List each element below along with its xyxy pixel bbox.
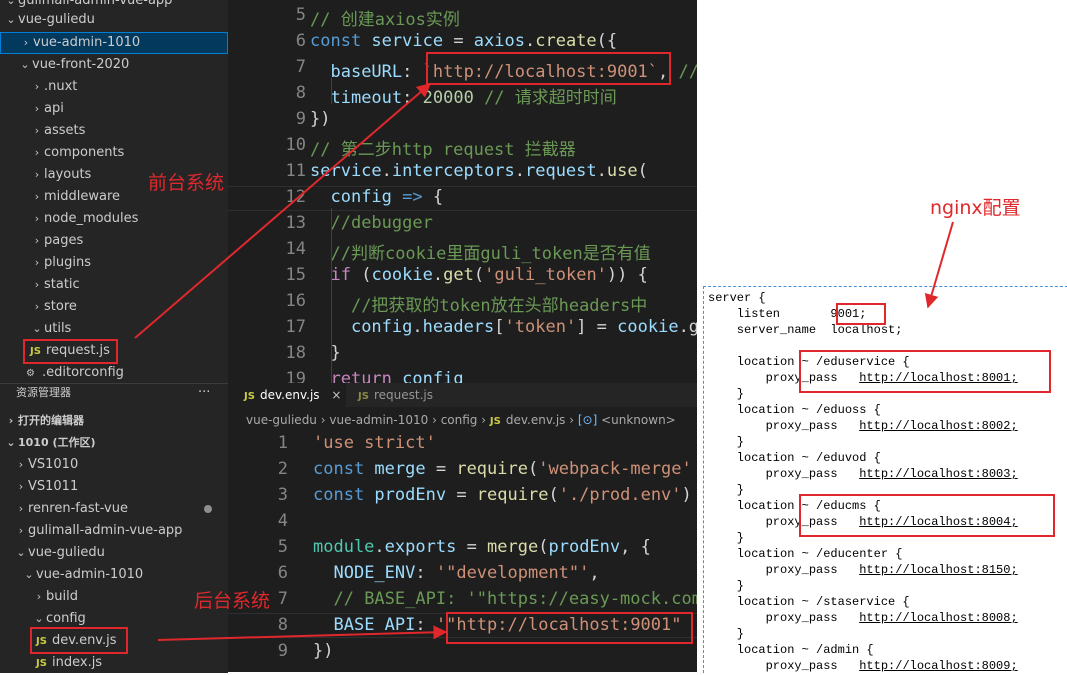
arrow-front bbox=[134, 83, 432, 339]
arrow-back bbox=[157, 625, 448, 641]
annotation-arrows bbox=[134, 83, 954, 641]
arrow-nginx bbox=[924, 221, 954, 309]
